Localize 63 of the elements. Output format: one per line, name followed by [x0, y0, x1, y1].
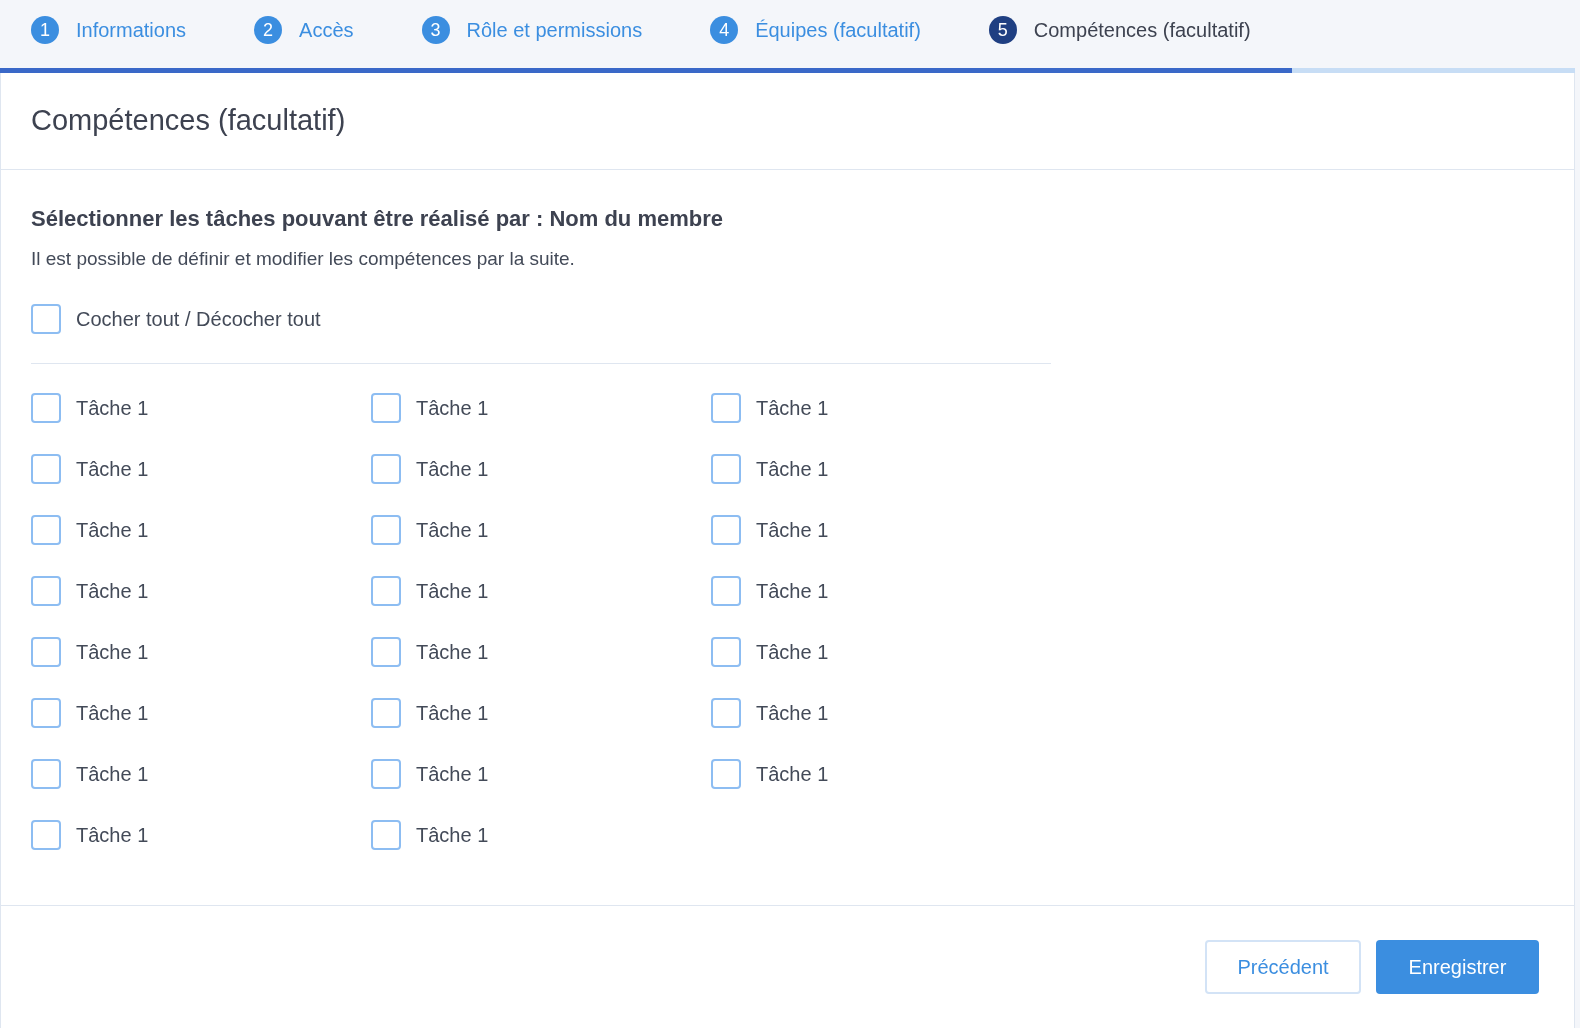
step-tab[interactable]: 2 Accès [254, 15, 354, 45]
previous-button[interactable]: Précédent [1205, 940, 1361, 994]
step-number: 1 [31, 16, 59, 44]
checkbox[interactable] [371, 453, 401, 484]
section-description: Il est possible de définir et modifier les compétences par la suite. [31, 247, 576, 271]
section-heading: Sélectionner les tâches pouvant être réalisé par : Nom du membre [31, 205, 724, 233]
step-number: 5 [988, 16, 1017, 44]
task-label: Tâche 1 [756, 517, 829, 543]
step-number: 4 [710, 16, 739, 44]
checkbox[interactable] [31, 392, 61, 423]
checkbox[interactable] [371, 575, 401, 606]
task-label: Tâche 1 [756, 395, 829, 421]
task-label: Tâche 1 [756, 456, 829, 482]
task-label: Tâche 1 [756, 578, 829, 604]
save-button[interactable]: Enregistrer [1376, 940, 1539, 994]
task-label: Tâche 1 [76, 578, 149, 604]
checkbox[interactable] [711, 575, 741, 606]
task-label: Tâche 1 [76, 639, 149, 665]
checkbox[interactable] [31, 453, 61, 484]
checkbox[interactable] [371, 392, 401, 423]
task-label: Tâche 1 [756, 700, 829, 726]
task-label: Tâche 1 [416, 578, 489, 604]
checkbox[interactable] [31, 819, 61, 850]
checkbox[interactable] [711, 636, 741, 667]
step-tab[interactable]: 4 Équipes (facultatif) [710, 15, 921, 45]
task-label: Tâche 1 [416, 517, 489, 543]
task-label: Tâche 1 [756, 761, 829, 787]
checkbox[interactable] [711, 392, 741, 423]
task-label: Tâche 1 [76, 822, 149, 848]
checkbox[interactable] [371, 636, 401, 667]
checkbox[interactable] [31, 636, 61, 667]
checkbox[interactable] [711, 514, 741, 545]
task-label: Tâche 1 [416, 761, 489, 787]
check-all-label: Cocher tout / Décocher tout [76, 306, 321, 332]
step-number: 3 [421, 16, 450, 44]
task-label: Tâche 1 [416, 456, 489, 482]
task-label: Tâche 1 [416, 822, 489, 848]
task-label: Tâche 1 [76, 700, 149, 726]
card-title: Compétences (facultatif) [31, 103, 346, 139]
step-tab[interactable]: 3 Rôle et permissions [421, 15, 643, 45]
checkbox[interactable] [31, 697, 61, 728]
checkbox[interactable] [711, 758, 741, 789]
step-number: 2 [254, 16, 283, 44]
checkbox[interactable] [31, 514, 61, 545]
task-label: Tâche 1 [76, 761, 149, 787]
checkbox[interactable] [711, 453, 741, 484]
task-label: Tâche 1 [76, 395, 149, 421]
checkbox[interactable] [31, 758, 61, 789]
task-label: Tâche 1 [76, 456, 149, 482]
task-label: Tâche 1 [416, 395, 489, 421]
checkbox[interactable] [371, 819, 401, 850]
checkbox[interactable] [371, 514, 401, 545]
checkbox[interactable] [371, 758, 401, 789]
task-label: Tâche 1 [76, 517, 149, 543]
step-tab[interactable]: 5 Compétences (facultatif) [988, 15, 1251, 45]
checkbox[interactable] [371, 697, 401, 728]
checkbox[interactable] [711, 697, 741, 728]
step-tab[interactable]: 1 Informations [31, 15, 187, 45]
task-label: Tâche 1 [416, 639, 489, 665]
checkbox[interactable] [31, 303, 61, 334]
task-label: Tâche 1 [416, 700, 489, 726]
task-label: Tâche 1 [756, 639, 829, 665]
checkbox[interactable] [31, 575, 61, 606]
